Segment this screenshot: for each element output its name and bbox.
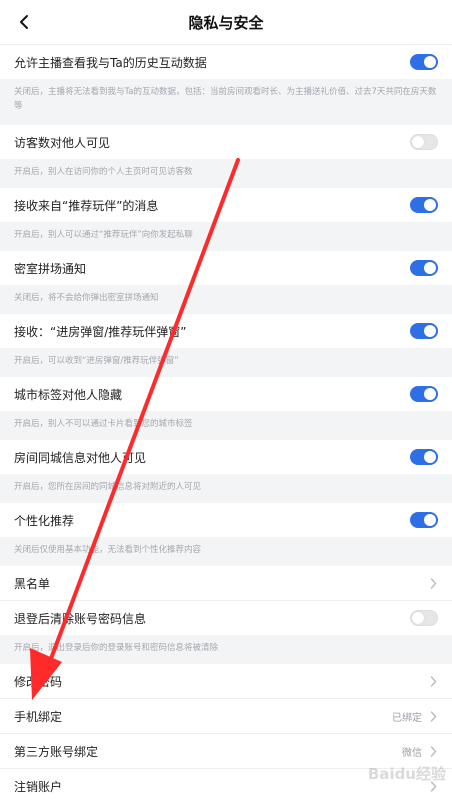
history-interaction-toggle[interactable]	[410, 54, 438, 70]
setting-description: 开启后，退出登录后你的登录账号和密码信息将被清除	[0, 635, 452, 664]
back-button[interactable]	[10, 8, 38, 36]
setting-row-visitor-count: 访客数对他人可见	[0, 125, 452, 159]
city-tag-toggle[interactable]	[410, 386, 438, 402]
third-party-binding-row[interactable]: 第三方账号绑定 微信	[0, 734, 452, 768]
setting-label: 接收来自“推荐玩伴”的消息	[14, 198, 159, 213]
escape-room-toggle[interactable]	[410, 260, 438, 276]
setting-label: 房间同城信息对他人可见	[14, 450, 147, 465]
link-label: 手机绑定	[14, 709, 63, 724]
setting-description: 开启后，别人可以通过“推荐玩伴”向你发起私聊	[0, 222, 452, 251]
setting-row-personalized: 个性化推荐	[0, 503, 452, 537]
setting-description: 开启后，可以收到“进房弹窗/推荐玩伴弹窗”	[0, 348, 452, 377]
recommend-messages-toggle[interactable]	[410, 197, 438, 213]
chevron-right-icon	[428, 745, 438, 757]
setting-label: 密室拼场通知	[14, 261, 87, 276]
nav-header: 隐私与安全	[0, 0, 452, 45]
setting-label: 允许主播查看我与Ta的历史互动数据	[14, 55, 207, 70]
setting-label: 访客数对他人可见	[14, 135, 111, 150]
setting-description: 关闭后仅使用基本功能，无法看到个性化推荐内容	[0, 537, 452, 566]
setting-row-recommend-messages: 接收来自“推荐玩伴”的消息	[0, 188, 452, 222]
toggle-knob	[424, 451, 436, 463]
setting-label: 接收：“进房弹窗/推荐玩伴弹窗”	[14, 324, 187, 339]
toggle-knob	[424, 514, 436, 526]
blacklist-label: 黑名单	[14, 576, 51, 591]
personalized-toggle[interactable]	[410, 512, 438, 528]
chevron-right-icon	[428, 675, 438, 687]
setting-row-history-interaction: 允许主播查看我与Ta的历史互动数据	[0, 45, 452, 79]
link-value: 微信	[402, 747, 422, 759]
setting-row-popup: 接收：“进房弹窗/推荐玩伴弹窗”	[0, 314, 452, 348]
setting-row-clear-account: 退登后清除账号密码信息	[0, 601, 452, 635]
page-title: 隐私与安全	[188, 13, 264, 32]
setting-description: 关闭后，将不会给你弹出密室拼场通知	[0, 285, 452, 314]
change-password-row[interactable]: 修改密码	[0, 664, 452, 698]
setting-label: 城市标签对他人隐藏	[14, 387, 123, 402]
link-value: 已绑定	[392, 712, 422, 724]
toggle-knob	[424, 56, 436, 68]
toggle-knob	[424, 262, 436, 274]
setting-row-escape-room: 密室拼场通知	[0, 251, 452, 285]
setting-row-room-city: 房间同城信息对他人可见	[0, 440, 452, 474]
setting-row-city-tag: 城市标签对他人隐藏	[0, 377, 452, 411]
blacklist-row[interactable]: 黑名单	[0, 566, 452, 600]
popup-toggle[interactable]	[410, 323, 438, 339]
chevron-right-icon	[428, 780, 438, 792]
toggle-knob	[424, 325, 436, 337]
link-label: 第三方账号绑定	[14, 744, 99, 759]
setting-description: 开启后，别人在访问你的个人主页时可见访客数	[0, 159, 452, 188]
phone-binding-row[interactable]: 手机绑定 已绑定	[0, 699, 452, 733]
setting-label: 退登后清除账号密码信息	[14, 611, 147, 626]
toggle-knob	[424, 199, 436, 211]
setting-label: 个性化推荐	[14, 513, 75, 528]
toggle-knob	[412, 612, 424, 624]
clear-account-toggle[interactable]	[410, 610, 438, 626]
delete-account-row[interactable]: 注销账户	[0, 769, 452, 803]
room-city-toggle[interactable]	[410, 449, 438, 465]
setting-description: 开启后，您所在房间的同城信息将对附近的人可见	[0, 474, 452, 503]
toggle-knob	[412, 136, 424, 148]
chevron-right-icon	[428, 710, 438, 722]
chevron-right-icon	[428, 577, 438, 589]
setting-description: 关闭后，主播将无法看到我与Ta的互动数据，包括：当前房间观看时长、为主播送礼价值…	[0, 79, 452, 125]
link-label: 修改密码	[14, 674, 63, 689]
visitor-count-toggle[interactable]	[410, 134, 438, 150]
setting-description: 开启后，别人不可以通过卡片看到您的城市标签	[0, 411, 452, 440]
back-chevron-icon	[20, 15, 28, 29]
link-label: 注销账户	[14, 779, 63, 794]
toggle-knob	[424, 388, 436, 400]
